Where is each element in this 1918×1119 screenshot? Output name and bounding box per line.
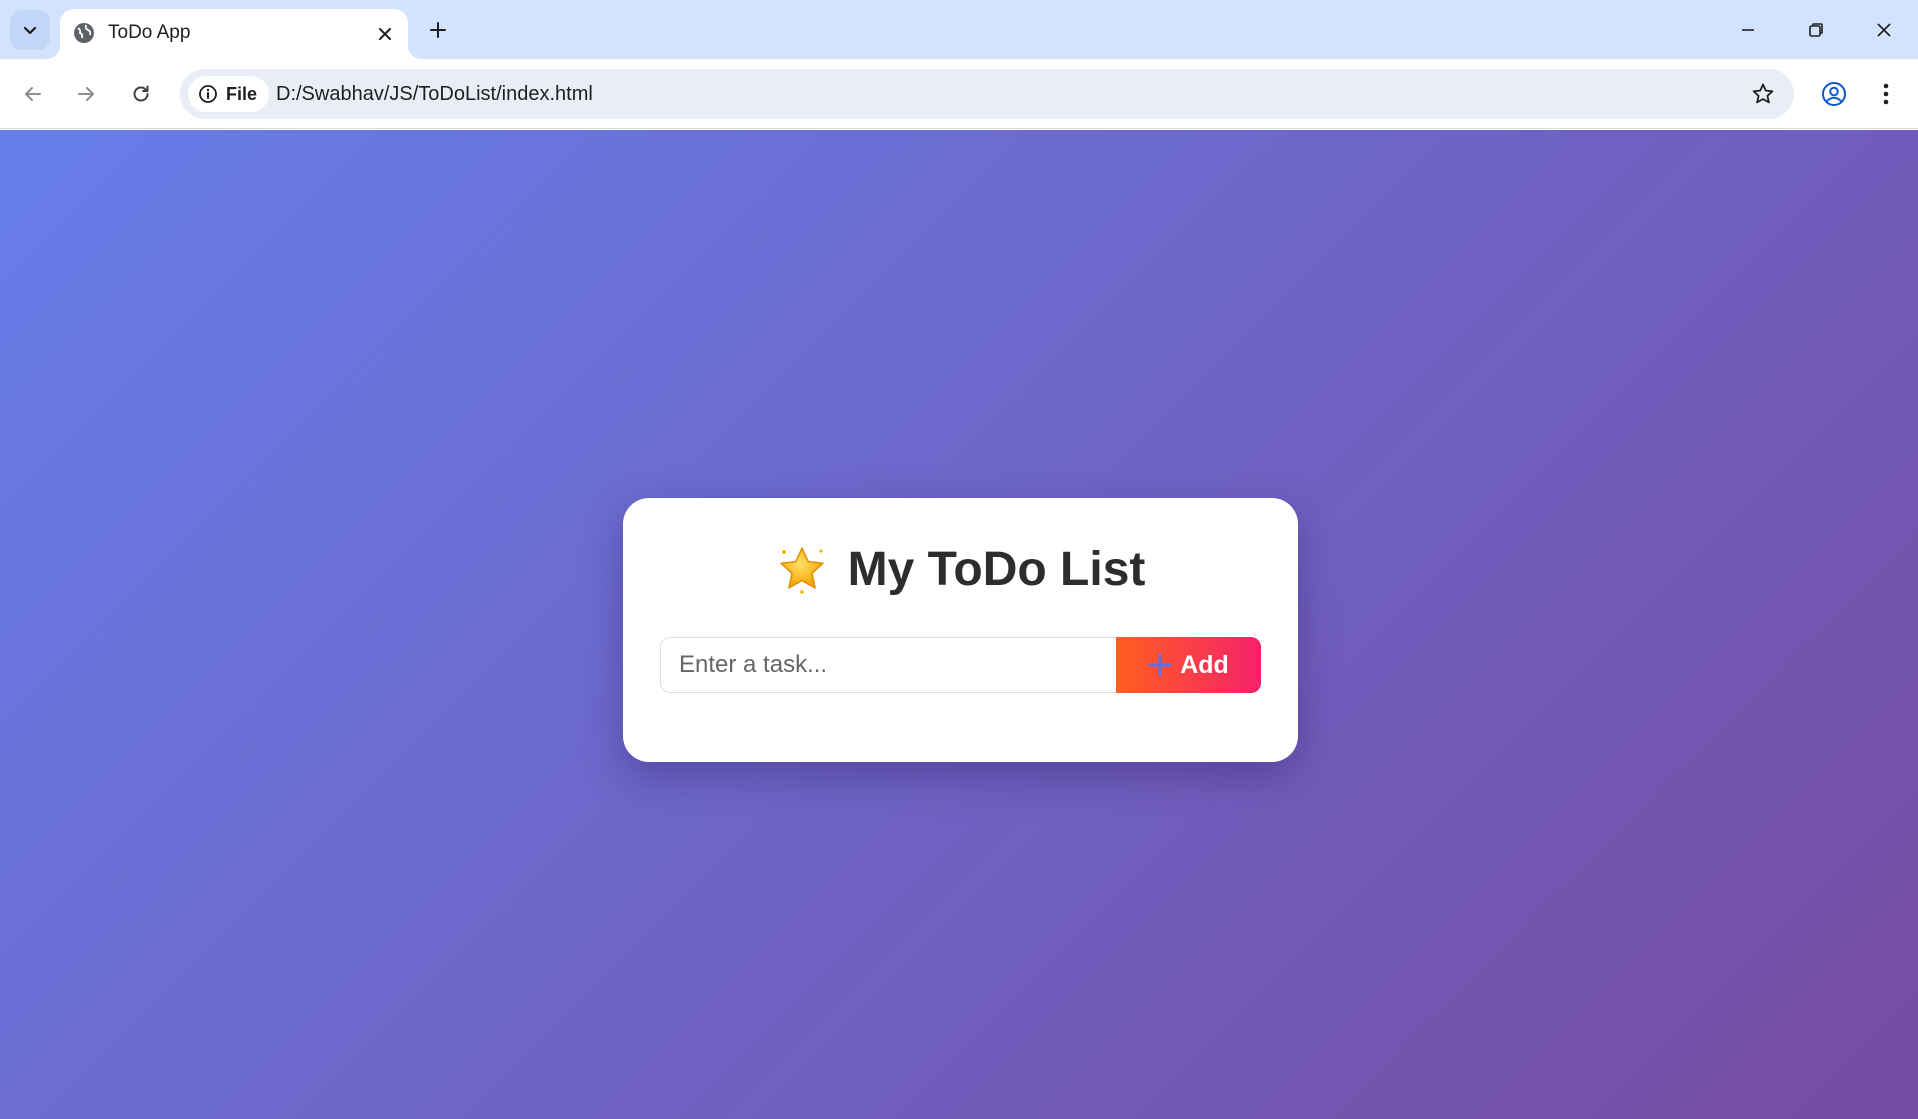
tab-close-button[interactable] bbox=[372, 21, 398, 47]
task-entry-row: Add bbox=[660, 637, 1261, 693]
page-title: My ToDo List bbox=[847, 543, 1146, 596]
url-text[interactable]: D:/Swabhav/JS/ToDoList/index.html bbox=[276, 83, 593, 106]
close-icon bbox=[1877, 23, 1891, 37]
star-icon bbox=[1752, 83, 1774, 104]
profile-button[interactable] bbox=[1814, 74, 1854, 114]
info-icon bbox=[199, 85, 217, 103]
back-button[interactable] bbox=[13, 74, 53, 114]
tab-search-button[interactable] bbox=[10, 10, 50, 50]
site-info-chip[interactable]: File bbox=[188, 76, 270, 112]
forward-arrow-icon bbox=[78, 87, 94, 101]
star-emoji-icon bbox=[779, 546, 824, 594]
add-task-button[interactable]: Add bbox=[1116, 637, 1261, 693]
chevron-down-icon bbox=[23, 26, 37, 35]
tab-strip: ToDo App bbox=[0, 0, 1918, 59]
active-tab[interactable]: ToDo App bbox=[46, 9, 422, 59]
globe-icon bbox=[74, 23, 94, 43]
browser-toolbar: File D:/Swabhav/JS/ToDoList/index.html bbox=[0, 59, 1918, 129]
new-tab-button[interactable] bbox=[422, 14, 454, 46]
more-vert-icon bbox=[1883, 83, 1889, 105]
task-input[interactable] bbox=[660, 637, 1116, 693]
add-button-label: Add bbox=[1180, 650, 1229, 679]
restore-button[interactable] bbox=[1792, 10, 1840, 50]
bookmark-button[interactable] bbox=[1746, 77, 1780, 111]
close-icon bbox=[379, 28, 391, 40]
plus-icon bbox=[430, 22, 446, 38]
page-title-row: My ToDo List bbox=[623, 542, 1298, 597]
tab-title: ToDo App bbox=[108, 22, 191, 43]
minimize-button[interactable] bbox=[1724, 10, 1772, 50]
profile-icon bbox=[1822, 82, 1846, 106]
plus-icon bbox=[1148, 653, 1172, 677]
page-background: My ToDo List Add bbox=[0, 130, 1918, 1119]
reload-icon bbox=[133, 85, 149, 102]
browser-menu-button[interactable] bbox=[1866, 74, 1906, 114]
todo-card: My ToDo List Add bbox=[623, 498, 1298, 762]
back-arrow-icon bbox=[25, 87, 41, 101]
reload-button[interactable] bbox=[121, 74, 161, 114]
close-window-button[interactable] bbox=[1860, 10, 1908, 50]
address-bar[interactable]: File D:/Swabhav/JS/ToDoList/index.html bbox=[180, 69, 1794, 119]
forward-button[interactable] bbox=[66, 74, 106, 114]
restore-icon bbox=[1809, 23, 1823, 37]
minimize-icon bbox=[1742, 29, 1754, 31]
site-info-label: File bbox=[226, 83, 258, 104]
